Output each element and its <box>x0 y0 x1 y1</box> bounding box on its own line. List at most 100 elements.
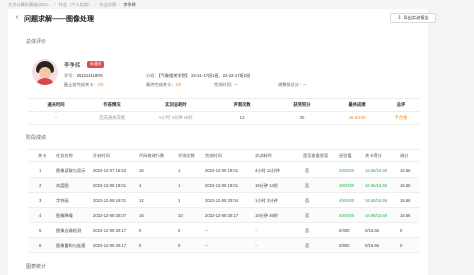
cell-exp: 0/400 <box>339 228 350 233</box>
column-header-eval-count: 评测次数 <box>178 153 195 158</box>
column-header-view-answer: 是否查看答案 <box>303 153 329 158</box>
cell-code-lines: 4 <box>139 183 142 188</box>
column-header-level-score: 关卡得分 <box>365 153 382 158</box>
cell-duration: 16分钟 14秒 <box>255 183 279 188</box>
cell-level-score: 16.66/16.66 <box>365 213 388 218</box>
column-header-level: 关卡 <box>38 153 47 158</box>
finish-time-info: 完成时间：-- <box>214 82 238 88</box>
breadcrumb-item-detail[interactable]: 作业详情 <box>99 2 116 8</box>
divider <box>28 111 420 112</box>
cell-start-time: 2022-12-08 20:17 <box>93 243 127 248</box>
cell-duration: 10分钟 46秒 <box>255 213 279 218</box>
export-report-label: 导出实训报告 <box>403 15 429 20</box>
stat-value-answer: 完成通关前缀 <box>99 115 125 120</box>
levels-value: 4/6 <box>97 82 104 87</box>
page-title: 问题求解——图像处理 <box>24 16 94 23</box>
divider <box>28 161 420 162</box>
cell-exp: 400/400 <box>339 183 355 188</box>
cell-task: 字符画 <box>56 198 69 203</box>
cell-duration: 1小时 3分钟 <box>255 198 278 203</box>
column-header-start-time: 开启时间 <box>93 153 110 158</box>
column-header-code-lines: 代码修改行数 <box>139 153 165 158</box>
cell-finish-time: 2022-12-08 20:04 <box>205 198 239 203</box>
class-label: 分班： <box>146 73 159 78</box>
stat-value-eval-count: 13 <box>239 115 245 120</box>
cell-eval-count: 1 <box>178 168 181 173</box>
breadcrumb-separator: / <box>95 2 97 7</box>
class-value: 【气象相关学院】 22-21-17班1班、22-22-17班2班 <box>158 73 251 78</box>
cell-eval-count: 1 <box>178 183 181 188</box>
cell-finish-time: 2022-12-08 19:01 <box>205 183 239 188</box>
cell-start-time: 2022-12-08 20:17 <box>93 228 127 233</box>
final-levels-info: 最终完成关卡：4/6 <box>146 82 181 88</box>
cell-view-answer: 否 <box>305 228 310 233</box>
cell-adjust: 16.66 <box>400 198 411 203</box>
cell-level-score: 16.66/16.66 <box>365 198 388 203</box>
cell-code-lines: 0 <box>139 228 142 233</box>
table-row <box>28 238 420 252</box>
cell-task: 灰度图 <box>56 183 69 188</box>
cell-level: 6 <box>39 243 42 248</box>
cell-adjust: 16.66 <box>400 168 411 173</box>
cell-level: 4 <box>39 213 42 218</box>
cell-level-score: 0/16.66 <box>365 228 379 233</box>
class-info: 分班：【气象相关学院】 22-21-17班1班、22-22-17班2班 <box>146 73 250 79</box>
cell-adjust: 16.66 <box>400 183 411 188</box>
cell-start-time: 2022-12-08 20:07 <box>93 213 127 218</box>
stat-value-total-time: 5小时 2分钟 29秒 <box>159 115 193 120</box>
pre-adjust-score-info: 调整前总分：-- <box>278 82 306 88</box>
cell-code-lines: 12 <box>139 198 144 203</box>
download-icon: ⇩ <box>397 15 402 21</box>
cell-eval-count: 10 <box>178 213 183 218</box>
cell-view-answer: 否 <box>305 183 310 188</box>
cell-task: 图像重构与处理 <box>56 243 86 248</box>
breadcrumb-item-current: 李争辉 <box>123 2 136 7</box>
stat-header-total-time: 实训总耗时 <box>165 102 187 107</box>
cell-view-answer: 否 <box>305 168 310 173</box>
cell-code-lines: 0 <box>139 243 142 248</box>
charts-section-title: 图表统计 <box>26 264 47 270</box>
cell-task: 图像读取与显示 <box>56 168 86 173</box>
final-levels-label: 最终完成关卡： <box>146 82 176 87</box>
overview-section-title: 总体评价 <box>26 39 47 45</box>
divider <box>28 124 420 125</box>
cell-level: 3 <box>39 198 42 203</box>
divider <box>28 98 420 99</box>
cell-eval-count: 0 <box>178 243 181 248</box>
breadcrumb-separator: / <box>119 2 121 7</box>
cell-level: 1 <box>39 168 42 173</box>
cell-start-time: 2022-12-08 19:01 <box>93 198 127 203</box>
levels-label: 截止前完成关卡： <box>64 82 98 87</box>
student-id-value: 2022141180'6 <box>76 73 103 78</box>
cell-eval-count: 0 <box>178 228 181 233</box>
breadcrumb-item-course[interactable]: 大学计算机基础(2021... <box>8 2 52 8</box>
stat-header-final-score: 最终成绩 <box>348 102 366 107</box>
column-header-finish-time: 完成时间 <box>205 153 222 158</box>
cell-task: 图像降噪 <box>56 213 73 218</box>
cell-finish-time: -- <box>205 228 208 233</box>
cell-start-time: 2022-12-07 15:53 <box>93 168 127 173</box>
cell-exp: 0/800 <box>339 243 350 248</box>
chevron-left-icon[interactable]: ‹ <box>16 14 18 21</box>
stat-header-points: 获奖积分 <box>293 102 311 107</box>
cell-level: 5 <box>39 228 42 233</box>
table-row <box>28 223 420 237</box>
cell-duration: 4小时 11分钟 <box>255 168 280 173</box>
finish-time-value: -- <box>234 82 238 87</box>
column-header-exp: 经验值 <box>339 153 352 158</box>
breadcrumb-separator: / <box>54 2 56 7</box>
export-report-button[interactable]: ⇩ 导出实训报告 <box>390 13 436 23</box>
divider <box>28 252 420 253</box>
column-header-adjust: 调分 <box>400 153 409 158</box>
cell-adjust: 0 <box>400 228 403 233</box>
cell-exp: 200/200 <box>339 168 355 173</box>
pre-adjust-score-value: -- <box>303 82 306 87</box>
avatar <box>32 59 58 85</box>
pre-adjust-score-label: 调整前总分： <box>278 82 304 87</box>
breadcrumb-item-homework[interactable]: 作业（个人实践） <box>59 2 93 8</box>
cell-duration: -- <box>255 243 258 248</box>
cell-view-answer: 否 <box>305 243 310 248</box>
cell-level-score: 16.66/16.66 <box>365 168 388 173</box>
cell-finish-time: 2022-12-08 19:01 <box>205 168 239 173</box>
cell-exp: 400/400 <box>339 198 355 203</box>
